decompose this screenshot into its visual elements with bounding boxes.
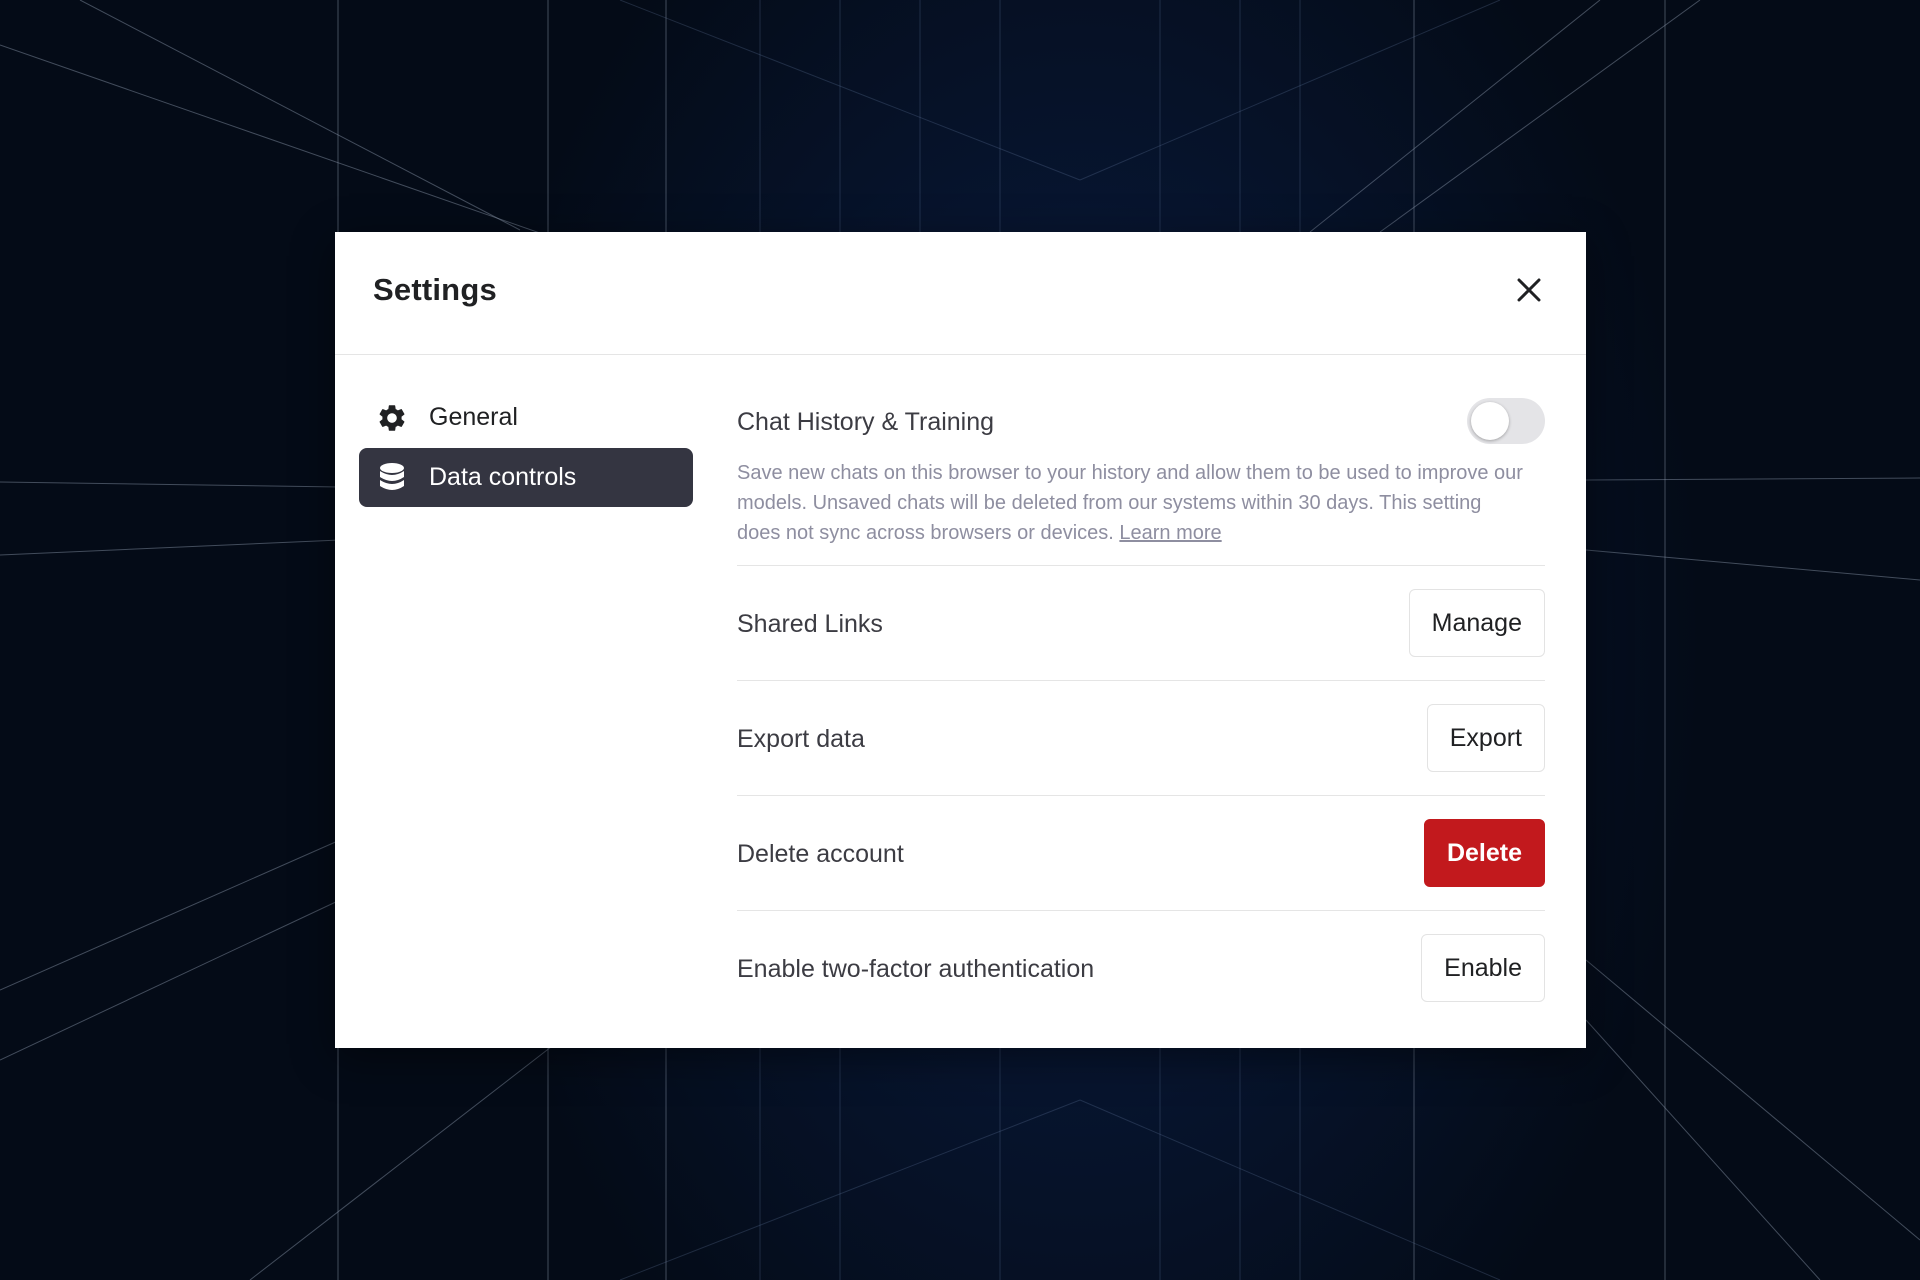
learn-more-link[interactable]: Learn more (1119, 522, 1221, 544)
chat-history-toggle[interactable] (1467, 398, 1545, 444)
delete-account-label: Delete account (737, 840, 904, 868)
gear-icon (375, 401, 409, 435)
close-icon (1517, 278, 1541, 302)
shared-links-row: Shared Links Manage (737, 566, 1545, 681)
dialog-title: Settings (373, 272, 497, 307)
database-icon (375, 461, 409, 495)
sidebar-item-general[interactable]: General (359, 388, 693, 447)
chat-history-row: Chat History & Training Save new chats o… (737, 364, 1545, 566)
delete-account-row: Delete account Delete (737, 796, 1545, 911)
data-controls-panel: Chat History & Training Save new chats o… (737, 364, 1545, 1026)
two-factor-label: Enable two-factor authentication (737, 955, 1095, 983)
delete-button[interactable]: Delete (1423, 819, 1545, 887)
chat-history-description: Save new chats on this browser to your h… (737, 458, 1527, 548)
dialog-header: Settings (335, 232, 1586, 355)
sidebar-item-label: Data controls (429, 463, 577, 491)
chat-history-label: Chat History & Training (737, 408, 995, 436)
export-data-label: Export data (737, 725, 865, 753)
toggle-knob (1471, 402, 1509, 440)
export-data-row: Export data Export (737, 681, 1545, 796)
close-button[interactable] (1507, 268, 1551, 312)
settings-dialog: Settings General Data controls Chat Hist… (335, 232, 1586, 1048)
export-button[interactable]: Export (1426, 704, 1545, 772)
sidebar-item-label: General (429, 403, 518, 431)
enable-button[interactable]: Enable (1421, 934, 1545, 1002)
manage-button[interactable]: Manage (1408, 589, 1545, 657)
settings-sidebar: General Data controls (359, 388, 693, 508)
two-factor-row: Enable two-factor authentication Enable (737, 911, 1545, 1026)
shared-links-label: Shared Links (737, 610, 883, 638)
sidebar-item-data-controls[interactable]: Data controls (359, 448, 693, 507)
